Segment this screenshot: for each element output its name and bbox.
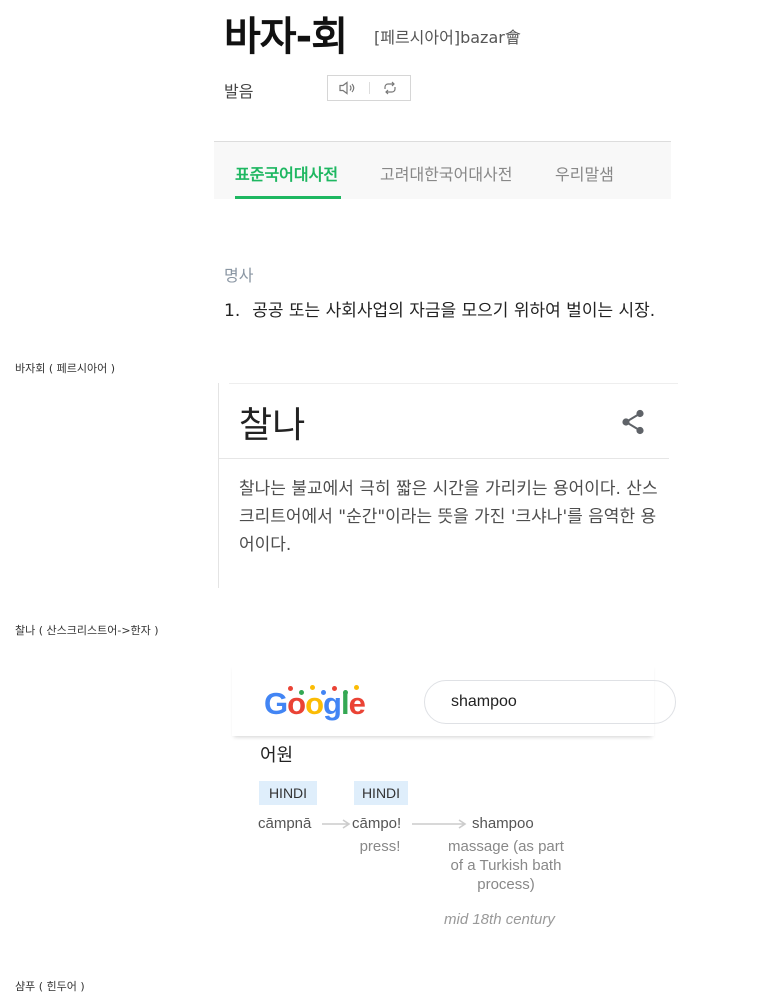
- etymon-word: shampoo: [472, 815, 534, 832]
- etymon-word: cāmpnā: [258, 815, 312, 832]
- etymology-title: 어원: [260, 745, 294, 766]
- search-input[interactable]: shampoo: [424, 680, 676, 724]
- dictionary-tabs: 표준국어대사전 고려대한국어대사전 우리말샘: [214, 141, 671, 199]
- pronunciation-label: 발음: [224, 82, 254, 101]
- play-audio-button[interactable]: [328, 76, 369, 100]
- doodle-light: [288, 686, 293, 691]
- headword: 바자-회: [224, 14, 348, 60]
- definition: 1. 공공 또는 사회사업의 자금을 모으기 위하여 벌이는 시장.: [224, 296, 655, 321]
- definition-number: 1.: [224, 301, 241, 321]
- share-icon: [622, 409, 644, 435]
- share-button[interactable]: [621, 409, 645, 435]
- tab-standard-dictionary[interactable]: 표준국어대사전: [235, 161, 338, 185]
- language-tag: HINDI: [354, 781, 408, 805]
- arrow-right-icon: [322, 819, 351, 829]
- pronunciation-controls: [327, 75, 411, 101]
- caption-chalna: 찰나 ( 산스크리스트어->한자 ): [15, 624, 159, 637]
- card-divider: [219, 458, 669, 459]
- active-tab-indicator: [235, 196, 341, 199]
- doodle-light: [310, 685, 315, 690]
- repeat-audio-button[interactable]: [370, 76, 411, 100]
- etymon-gloss: massage (as part of a Turkish bath proce…: [448, 838, 564, 893]
- definition-text: 공공 또는 사회사업의 자금을 모으기 위하여 벌이는 시장.: [252, 301, 656, 321]
- speaker-icon: [339, 81, 355, 95]
- google-logo[interactable]: Google: [264, 686, 366, 722]
- doodle-light: [332, 686, 337, 691]
- doodle-light: [321, 690, 326, 695]
- card-top-border: [229, 383, 678, 384]
- caption-shampoo: 샴푸 ( 힌두어 ): [15, 980, 85, 993]
- etymon-word: cāmpo!: [352, 815, 402, 832]
- tab-urimalsaem[interactable]: 우리말샘: [555, 161, 614, 185]
- tab-korea-univ-dictionary[interactable]: 고려대한국어대사전: [380, 161, 512, 185]
- arrow-right-icon: [412, 819, 467, 829]
- language-tag: HINDI: [259, 781, 317, 805]
- search-query: shampoo: [451, 693, 517, 710]
- card-description: 찰나는 불교에서 극히 짧은 시간을 가리키는 용어이다. 산스크리트어에서 "…: [239, 479, 658, 555]
- doodle-light: [354, 685, 359, 690]
- part-of-speech: 명사: [224, 266, 254, 285]
- etymology-date: mid 18th century: [444, 911, 555, 928]
- word-origin: [페르시아어]bazar會: [374, 28, 521, 47]
- etymon-gloss: press!: [359, 838, 401, 855]
- repeat-icon: [384, 81, 396, 95]
- caption-bazaar: 바자회 ( 페르시아어 ): [15, 362, 116, 375]
- card-title: 찰나: [239, 405, 306, 446]
- doodle-light: [343, 690, 348, 695]
- doodle-light: [299, 690, 304, 695]
